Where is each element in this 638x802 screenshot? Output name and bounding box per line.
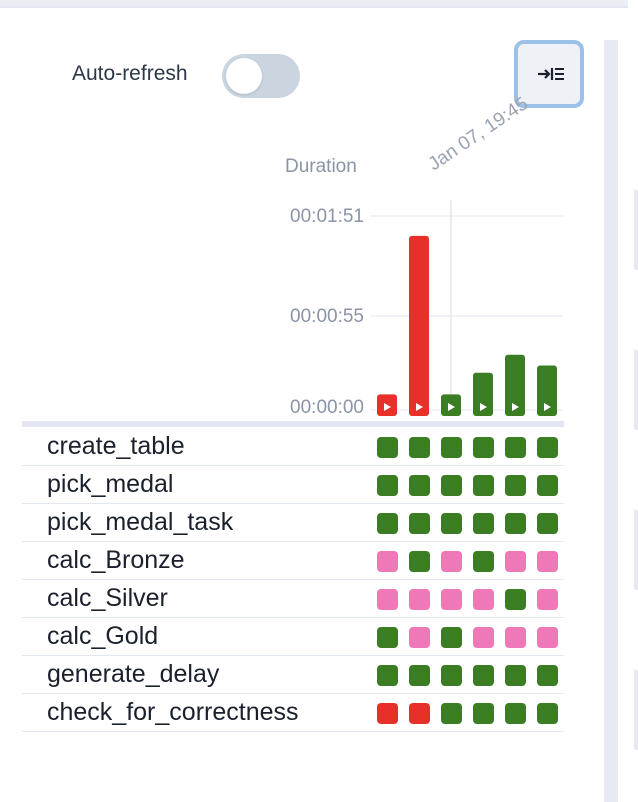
task-instance-cell[interactable] bbox=[377, 703, 398, 724]
task-instance-cell[interactable] bbox=[409, 665, 430, 686]
task-instance-cell[interactable] bbox=[537, 551, 558, 572]
task-name[interactable]: generate_delay bbox=[47, 660, 219, 689]
task-instance-cell[interactable] bbox=[473, 589, 494, 610]
task-row[interactable]: generate_delay bbox=[22, 656, 564, 694]
task-instance-cell[interactable] bbox=[441, 551, 462, 572]
task-instance-cell[interactable] bbox=[409, 513, 430, 534]
task-row[interactable]: calc_Silver bbox=[22, 580, 564, 618]
details-panel-edge-tick bbox=[634, 510, 638, 590]
task-name[interactable]: calc_Gold bbox=[47, 622, 158, 651]
task-name[interactable]: pick_medal_task bbox=[47, 508, 233, 537]
task-instance-cell[interactable] bbox=[409, 703, 430, 724]
task-instance-cell[interactable] bbox=[537, 513, 558, 534]
task-instance-cell[interactable] bbox=[441, 627, 462, 648]
task-name[interactable]: calc_Silver bbox=[47, 584, 168, 613]
task-instance-cell[interactable] bbox=[409, 551, 430, 572]
task-instance-cell[interactable] bbox=[537, 627, 558, 648]
task-row[interactable]: pick_medal_task bbox=[22, 504, 564, 542]
task-instance-cell[interactable] bbox=[377, 551, 398, 572]
task-instance-cell[interactable] bbox=[377, 665, 398, 686]
task-instance-cell[interactable] bbox=[377, 513, 398, 534]
task-instance-cell[interactable] bbox=[537, 437, 558, 458]
task-instance-cell[interactable] bbox=[473, 665, 494, 686]
task-name[interactable]: create_table bbox=[47, 432, 185, 461]
task-instance-cell[interactable] bbox=[505, 551, 526, 572]
task-name[interactable]: pick_medal bbox=[47, 470, 173, 499]
task-instance-cell[interactable] bbox=[441, 475, 462, 496]
task-instance-cell[interactable] bbox=[505, 589, 526, 610]
details-panel-edge-tick bbox=[634, 350, 638, 430]
task-instance-cell[interactable] bbox=[409, 437, 430, 458]
task-instance-cell[interactable] bbox=[409, 627, 430, 648]
task-instance-cell[interactable] bbox=[409, 589, 430, 610]
duration-bar[interactable] bbox=[473, 372, 493, 416]
task-instance-cell[interactable] bbox=[537, 665, 558, 686]
task-instance-cell[interactable] bbox=[473, 513, 494, 534]
task-instance-cell[interactable] bbox=[377, 589, 398, 610]
task-instance-cell[interactable] bbox=[377, 475, 398, 496]
task-row[interactable]: check_for_correctness bbox=[22, 694, 564, 732]
task-instance-cell[interactable] bbox=[441, 437, 462, 458]
task-row[interactable]: pick_medal bbox=[22, 466, 564, 504]
grid-header-separator bbox=[22, 421, 564, 427]
task-instance-cell[interactable] bbox=[441, 703, 462, 724]
task-instance-cell[interactable] bbox=[473, 475, 494, 496]
task-row[interactable]: create_table bbox=[22, 428, 564, 466]
task-instance-cell[interactable] bbox=[377, 627, 398, 648]
task-instance-cell[interactable] bbox=[505, 475, 526, 496]
task-instance-cell[interactable] bbox=[505, 665, 526, 686]
task-instance-cell[interactable] bbox=[505, 703, 526, 724]
task-instance-cell[interactable] bbox=[473, 703, 494, 724]
details-panel-divider[interactable] bbox=[604, 40, 618, 802]
task-name[interactable]: check_for_correctness bbox=[47, 698, 299, 727]
task-instance-cell[interactable] bbox=[441, 589, 462, 610]
duration-chart bbox=[370, 200, 563, 416]
task-instance-cell[interactable] bbox=[505, 513, 526, 534]
task-instance-cell[interactable] bbox=[409, 475, 430, 496]
details-panel-edge-tick bbox=[634, 670, 638, 750]
task-row[interactable]: calc_Bronze bbox=[22, 542, 564, 580]
task-instance-cell[interactable] bbox=[441, 665, 462, 686]
task-instance-cell[interactable] bbox=[377, 437, 398, 458]
task-instance-cell[interactable] bbox=[537, 703, 558, 724]
task-name[interactable]: calc_Bronze bbox=[47, 546, 185, 575]
duration-bar[interactable] bbox=[409, 235, 429, 416]
task-row[interactable]: calc_Gold bbox=[22, 618, 564, 656]
details-panel-edge-tick bbox=[634, 190, 638, 270]
task-instance-cell[interactable] bbox=[537, 475, 558, 496]
task-instance-cell[interactable] bbox=[473, 551, 494, 572]
task-instance-cell[interactable] bbox=[473, 627, 494, 648]
task-instance-cell[interactable] bbox=[441, 513, 462, 534]
task-instance-cell[interactable] bbox=[537, 589, 558, 610]
task-instance-cell[interactable] bbox=[505, 627, 526, 648]
task-instance-cell[interactable] bbox=[505, 437, 526, 458]
task-instance-cell[interactable] bbox=[473, 437, 494, 458]
